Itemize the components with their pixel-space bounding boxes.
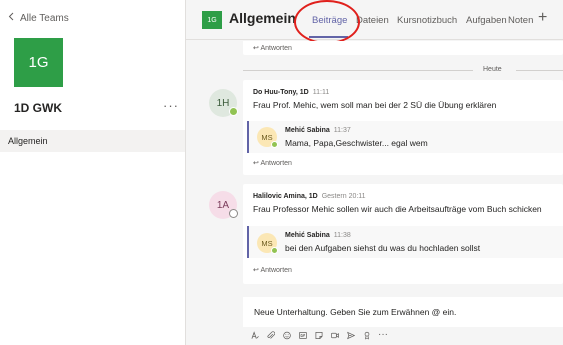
emoji-icon[interactable] [283,331,291,339]
reply-label: Antworten [260,267,292,274]
praise-icon[interactable] [363,331,371,339]
channel-main: 1G Allgemein Beiträge Dateien Kursnotizb… [186,0,563,345]
team-name: 1D GWK [14,101,62,115]
channel-item-label: Allgemein [8,136,48,146]
channel-initials: 1G [207,16,217,24]
reply-link[interactable]: ↩ Antworten [253,266,292,274]
meet-icon[interactable] [331,331,339,339]
day-divider-line [516,70,563,71]
message-time: 11:38 [333,232,351,239]
team-initials: 1G [28,54,49,71]
channel-item-allgemein[interactable]: Allgemein [0,130,185,152]
message-text: Frau Professor Mehic sollen wir auch die… [253,204,542,214]
channel-avatar: 1G [202,11,222,29]
reply-arrow-icon: ↩ [253,267,259,274]
channel-header: 1G Allgemein Beiträge Dateien Kursnotizb… [186,0,563,44]
message-time: 11:37 [333,127,351,134]
tab-dateien[interactable]: Dateien [356,15,389,26]
add-tab-button[interactable]: + [538,9,547,27]
send-icon[interactable] [347,331,355,339]
avatar-initials: MS [261,238,273,248]
message-text: Frau Prof. Mehic, wem soll man bei der 2… [253,100,497,110]
reply-label: Antworten [260,45,292,52]
author-name: Do Huu-Tony, 1D [253,89,309,96]
reply-link[interactable]: ↩ Antworten [253,44,292,52]
avatar-initials: 1A [216,199,230,211]
chevron-left-icon [8,12,15,24]
avatar-initials: MS [261,132,273,142]
compose-toolbar: ··· [251,330,388,340]
gif-icon[interactable] [299,331,307,339]
back-label: Alle Teams [20,12,69,24]
presence-available-icon [229,107,238,116]
previous-thread-card: ↩ Antworten [243,41,563,55]
day-divider-line [243,70,473,71]
reply-arrow-icon: ↩ [253,160,259,167]
team-avatar: 1G [14,38,63,87]
message-author: Mehić Sabina 11:38 [285,232,351,239]
day-divider-label: Heute [483,66,502,73]
message-text: Mama, Papa,Geschwister... egal wem [285,138,428,148]
author-name: Mehić Sabina [285,232,330,239]
message-text: bei den Aufgaben siehst du was du hochla… [285,243,481,253]
presence-available-icon [271,247,278,254]
sticker-icon[interactable] [315,331,323,339]
tab-noten[interactable]: Noten [508,15,533,26]
message-time: Gestern 20:11 [321,193,366,200]
reply-link[interactable]: ↩ Antworten [253,159,292,167]
message-time: 11:11 [312,89,330,96]
team-sidebar: Alle Teams 1G 1D GWK ··· Allgemein [0,0,186,345]
more-icon[interactable]: ··· [378,330,388,340]
thread-card: Do Huu-Tony, 1D 11:11 Frau Prof. Mehic, w… [243,80,563,175]
highlight-annotation [294,0,360,44]
team-more-options-button[interactable]: ··· [163,98,179,113]
author-name: Mehić Sabina [285,127,330,134]
tab-kursnotizbuch[interactable]: Kursnotizbuch [397,15,457,26]
message-author: Do Huu-Tony, 1D 11:11 [253,89,329,96]
reply-message: MS Mehić Sabina 11:38 bei den Aufgaben si… [247,226,563,258]
format-icon[interactable] [251,330,259,339]
back-to-teams-link[interactable]: Alle Teams [8,12,69,24]
attach-icon[interactable] [267,330,275,339]
avatar-initials: 1H [216,97,230,109]
thread-card: Halilovic Amina, 1D Gestern 20:11 Frau Pr… [243,184,563,284]
author-name: Halilovic Amina, 1D [253,193,318,200]
channel-title: Allgemein [229,10,296,26]
compose-placeholder: Neue Unterhaltung. Geben Sie zum Erwähne… [254,307,457,317]
presence-away-icon [229,209,238,218]
message-author: Mehić Sabina 11:37 [285,127,351,134]
reply-arrow-icon: ↩ [253,45,259,52]
message-author: Halilovic Amina, 1D Gestern 20:11 [253,193,366,200]
reply-label: Antworten [260,160,292,167]
reply-message: MS Mehić Sabina 11:37 Mama, Papa,Geschwis… [247,121,563,153]
tab-aufgaben[interactable]: Aufgaben [466,15,507,26]
compose-box[interactable]: Neue Unterhaltung. Geben Sie zum Erwähne… [243,297,563,327]
presence-available-icon [271,141,278,148]
